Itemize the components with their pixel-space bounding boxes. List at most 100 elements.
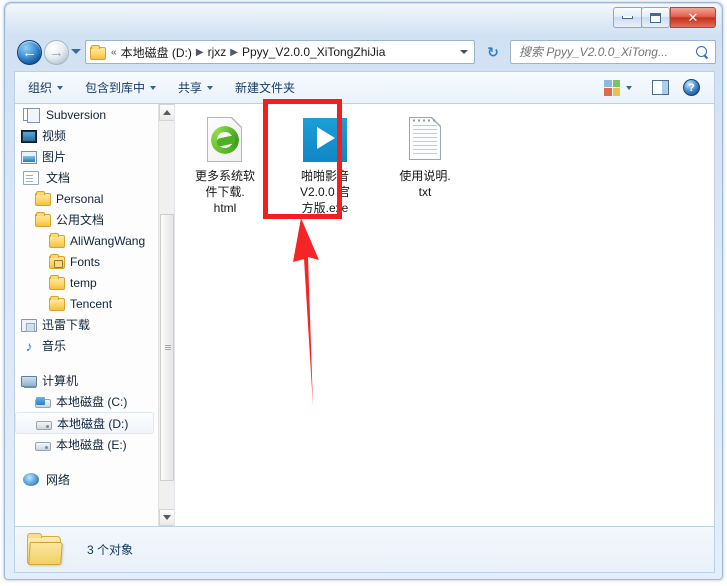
sidebar-item[interactable]: 计算机	[15, 370, 158, 391]
share-label: 共享	[178, 81, 203, 95]
nav-group-spacer	[15, 455, 158, 469]
computer-icon	[21, 376, 37, 388]
minimize-button[interactable]	[613, 7, 642, 28]
chevron-down-icon	[57, 85, 64, 90]
title-bar: ✕	[5, 3, 722, 33]
command-toolbar: 组织 包含到库中 共享 新建文件夹 ?	[14, 71, 715, 103]
file-item[interactable]: 啪啪影音 V2.0.0 官方版.exe	[289, 112, 361, 216]
sidebar-item-label: 音乐	[42, 339, 67, 353]
sidebar-item-label: 文档	[46, 171, 71, 185]
chevron-up-icon	[163, 110, 171, 115]
minimize-icon	[622, 16, 633, 19]
sidebar-item-label: 本地磁盘 (D:)	[57, 416, 129, 431]
sidebar-item-label: Personal	[56, 191, 104, 206]
chevron-down-icon[interactable]	[626, 85, 632, 90]
status-bar: 3 个对象	[14, 527, 715, 573]
new-folder-button[interactable]: 新建文件夹	[226, 75, 304, 100]
scrollbar-grip-icon	[165, 344, 171, 351]
file-name-label: 更多系统软 件下载. html	[195, 168, 255, 216]
breadcrumb-item-current[interactable]: Ppyy_V2.0.0_XiTongZhiJia	[239, 45, 388, 59]
address-breadcrumb-bar[interactable]: « 本地磁盘 (D:) ▶ rjxz ▶ Ppyy_V2.0.0_XiTongZ…	[85, 40, 475, 64]
folder-icon	[90, 44, 106, 60]
exe-play-icon	[301, 116, 349, 164]
include-in-library-label: 包含到库中	[85, 81, 146, 95]
sidebar-item[interactable]: Subversion	[15, 104, 158, 125]
sidebar-item-label: Fonts	[70, 254, 101, 269]
scroll-up-button[interactable]	[159, 104, 174, 121]
file-name-line: 啪啪影音	[300, 169, 349, 183]
sidebar-item[interactable]: Fonts	[15, 251, 158, 272]
file-name-label: 使用说明. txt	[399, 168, 450, 200]
recent-pages-dropdown-icon[interactable]	[71, 49, 81, 54]
video-icon	[21, 130, 37, 143]
sidebar-item[interactable]: 网络	[15, 469, 158, 490]
breadcrumb-item-drive[interactable]: 本地磁盘 (D:)	[118, 44, 195, 61]
file-list-pane[interactable]: 更多系统软 件下载. html 啪啪影音 V2.0.0 官方版.exe 使用说明. txt	[175, 104, 714, 526]
sidebar-item-label: Tencent	[70, 296, 113, 311]
sidebar-item[interactable]: Tencent	[15, 293, 158, 314]
file-item[interactable]: 使用说明. txt	[389, 112, 461, 216]
help-icon: ?	[683, 79, 700, 96]
chevron-down-icon	[163, 515, 171, 520]
folder-icon	[49, 296, 65, 311]
search-box[interactable]	[510, 40, 716, 64]
sidebar-item[interactable]: 本地磁盘 (E:)	[15, 434, 158, 455]
file-name-line: 方版.exe	[301, 201, 349, 215]
include-in-library-button[interactable]: 包含到库中	[76, 75, 165, 100]
file-name-line: 使用说明.	[399, 169, 451, 183]
sidebar-item-label: 迅雷下载	[42, 318, 91, 332]
new-folder-label: 新建文件夹	[235, 81, 296, 95]
refresh-button[interactable]: ↻	[482, 41, 504, 63]
maximize-button[interactable]	[641, 7, 670, 28]
sidebar-item-label: 本地磁盘 (C:)	[56, 395, 128, 409]
change-view-button[interactable]	[600, 76, 624, 100]
file-name-line: 更多系统软	[194, 169, 255, 183]
sidebar-item[interactable]: 图片	[15, 146, 158, 167]
organize-button[interactable]: 组织	[19, 75, 72, 100]
download-icon	[21, 319, 37, 332]
drive-icon	[36, 420, 52, 430]
close-button[interactable]: ✕	[670, 7, 716, 28]
breadcrumb-separator: ▶	[195, 46, 204, 58]
folder-icon	[25, 533, 65, 566]
chevron-down-icon	[207, 85, 214, 90]
close-icon: ✕	[687, 10, 699, 25]
folder-icon	[49, 233, 65, 248]
forward-button[interactable]: →	[44, 40, 69, 65]
drive-system-icon	[35, 397, 51, 408]
svn-icon	[23, 108, 40, 123]
explorer-body: Subversion 视频图片文档 Personal 公用文档 AliWangWang F…	[14, 103, 715, 527]
preview-pane-button[interactable]	[646, 76, 675, 99]
sidebar-item[interactable]: 文档	[15, 167, 158, 188]
sidebar-item[interactable]: 公用文档	[15, 209, 158, 230]
sidebar-item[interactable]: AliWangWang	[15, 230, 158, 251]
sidebar-item[interactable]: temp	[15, 272, 158, 293]
scrollbar-thumb[interactable]	[160, 214, 174, 481]
explorer-window: ✕ ← → « 本地磁盘 (D:) ▶ rjxz ▶ Ppyy_V2.0.0_X…	[4, 2, 723, 580]
sidebar-item[interactable]: 本地磁盘 (C:)	[15, 391, 158, 412]
share-button[interactable]: 共享	[169, 75, 222, 100]
sidebar-item-label: 公用文档	[56, 213, 105, 227]
sidebar-item[interactable]: ♪ 音乐	[15, 335, 158, 356]
forward-arrow-icon: →	[49, 44, 64, 61]
scroll-down-button[interactable]	[159, 509, 174, 526]
sidebar-item-label: Subversion	[46, 107, 107, 122]
navigation-scrollbar[interactable]	[158, 104, 174, 526]
back-button[interactable]: ←	[17, 40, 42, 65]
file-item[interactable]: 更多系统软 件下载. html	[189, 112, 261, 216]
folder-icon	[49, 275, 65, 290]
file-name-line: 件下载.	[205, 185, 245, 199]
sidebar-item[interactable]: 迅雷下载	[15, 314, 158, 335]
address-bar-row: ← → « 本地磁盘 (D:) ▶ rjxz ▶ Ppyy_V2.0.0_XiT…	[5, 33, 722, 71]
sidebar-item-label: 视频	[42, 129, 67, 143]
sidebar-item[interactable]: 本地磁盘 (D:)	[15, 412, 154, 434]
organize-label: 组织	[28, 81, 53, 95]
help-button[interactable]: ?	[677, 75, 706, 100]
preview-pane-icon	[652, 80, 669, 95]
sidebar-item[interactable]: Personal	[15, 188, 158, 209]
search-input[interactable]	[517, 44, 694, 60]
network-icon	[23, 473, 39, 486]
chevron-down-icon[interactable]	[460, 50, 468, 54]
breadcrumb-item-rjxz[interactable]: rjxz	[205, 45, 230, 59]
sidebar-item[interactable]: 视频	[15, 125, 158, 146]
